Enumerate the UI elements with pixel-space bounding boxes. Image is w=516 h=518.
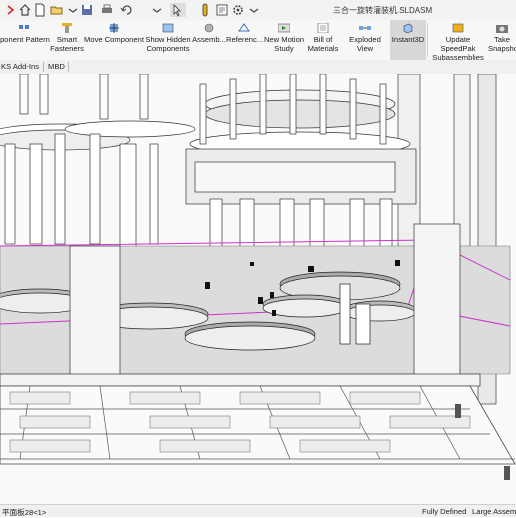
undo-dropdown-icon[interactable] (150, 3, 164, 17)
dropdown-chevron-icon[interactable] (66, 3, 80, 17)
command-manager-ribbon: ponent Pattern Smart Fasteners Move Comp… (0, 20, 516, 62)
tab-separator (43, 62, 44, 72)
bill-of-materials-button[interactable]: Bill of Materials (306, 20, 340, 60)
open-folder-icon[interactable] (50, 3, 64, 17)
file-properties-icon[interactable] (215, 3, 229, 17)
fastener-icon (61, 23, 73, 33)
home-icon[interactable] (18, 3, 32, 17)
graphics-viewport[interactable] (0, 74, 516, 504)
command-tabs: KS Add-Ins MBD (0, 60, 516, 74)
tab-addins[interactable]: KS Add-Ins (1, 62, 39, 71)
menu-chevron-icon[interactable] (4, 3, 18, 17)
document-title: 三合一旋转灌装机.SLDASM (333, 6, 433, 15)
update-speedpak-button[interactable]: Update SpeedPak Subassemblies (428, 20, 488, 62)
status-mode[interactable]: Large Assemb (472, 507, 516, 516)
take-snapshot-button[interactable]: Take Snapsho (488, 20, 516, 60)
select-arrow-icon[interactable] (170, 3, 186, 17)
save-icon[interactable] (80, 3, 94, 17)
snapshot-icon (496, 23, 508, 33)
status-definition: Fully Defined (422, 507, 467, 516)
title-bar: 三合一旋转灌装机.SLDASM (0, 0, 516, 20)
options-dropdown-icon[interactable] (247, 3, 261, 17)
reference-geometry-icon (238, 23, 250, 33)
exploded-view-icon (359, 23, 371, 33)
tab-mbd[interactable]: MBD (48, 62, 65, 71)
tab-separator (68, 62, 69, 72)
new-document-icon[interactable] (33, 3, 47, 17)
show-hidden-icon (162, 23, 174, 33)
reference-geometry-button[interactable]: Referenc... (226, 20, 263, 60)
rebuild-icon[interactable] (198, 3, 212, 17)
assembly-model (0, 74, 516, 504)
exploded-view-button[interactable]: Exploded View (340, 20, 390, 60)
component-pattern-button[interactable]: ponent Pattern (0, 20, 50, 60)
assembly-features-icon (203, 23, 215, 33)
move-component-button[interactable]: Move Component (84, 20, 144, 60)
show-hidden-components-button[interactable]: Show Hidden Components (144, 20, 192, 60)
undo-icon[interactable] (120, 3, 134, 17)
smart-fasteners-button[interactable]: Smart Fasteners (50, 20, 84, 60)
bom-icon (317, 22, 329, 34)
instant3d-button[interactable]: Instant3D (390, 20, 426, 60)
print-icon[interactable] (100, 3, 114, 17)
motion-study-icon (277, 23, 291, 33)
pattern-icon (19, 23, 31, 33)
status-bar: 平面板28<1> Fully Defined Large Assemb (0, 504, 516, 517)
new-motion-study-button[interactable]: New Motion Study (262, 20, 306, 60)
assembly-features-button[interactable]: Assemb... (192, 20, 226, 60)
move-component-icon (108, 23, 120, 33)
instant3d-icon (402, 23, 414, 34)
options-gear-icon[interactable] (231, 3, 245, 17)
speedpak-icon (452, 23, 464, 33)
status-selection: 平面板28<1> (2, 508, 47, 517)
